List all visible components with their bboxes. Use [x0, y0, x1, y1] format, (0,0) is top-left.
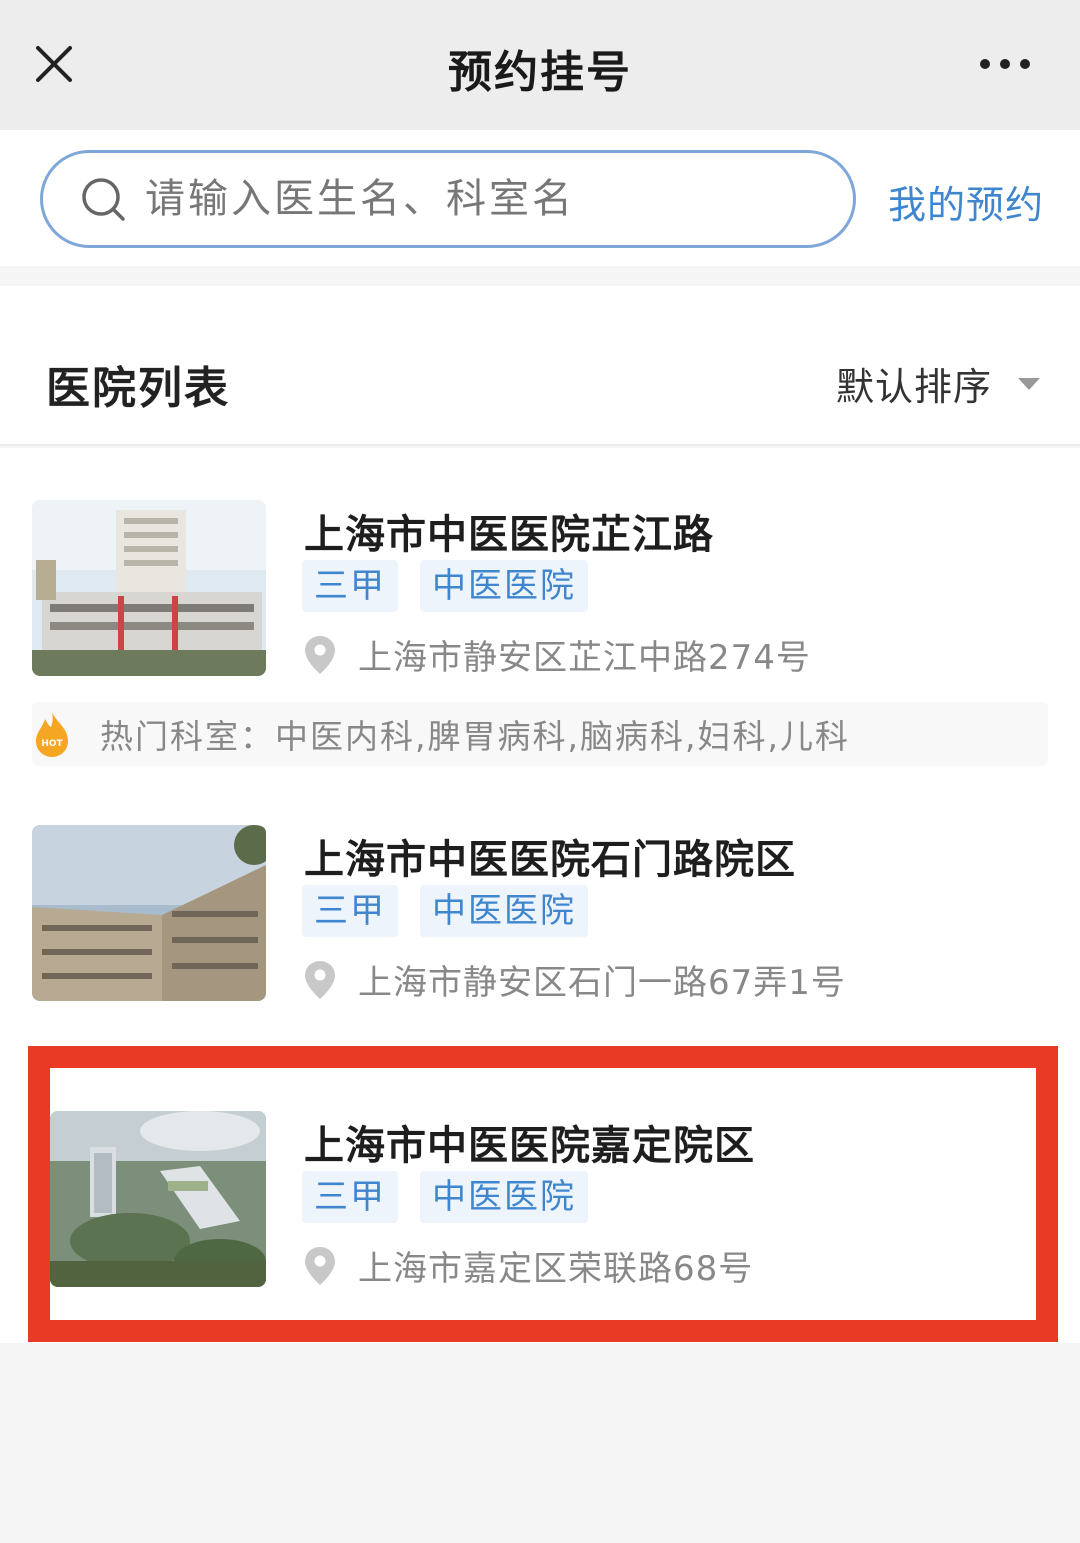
tag-level: 三甲 — [302, 560, 398, 612]
location-pin-icon — [305, 960, 335, 999]
hot-label: 热门科室： — [100, 717, 275, 756]
hospital-tags: 三甲 中医医院 — [302, 885, 610, 937]
tag-type: 中医医院 — [420, 1171, 588, 1223]
hospital-address: 上海市嘉定区荣联路68号 — [304, 1241, 753, 1290]
hospital-card-shimen[interactable]: 上海市中医医院石门路院区 三甲 中医医院 上海市静安区石门一路67弄1号 — [0, 773, 1080, 1043]
hospital-name: 上海市中医医院嘉定院区 — [304, 1123, 755, 1169]
search-box[interactable] — [40, 150, 856, 248]
hospital-name: 上海市中医医院石门路院区 — [304, 837, 796, 883]
hospital-card-jiading[interactable]: 上海市中医医院嘉定院区 三甲 中医医院 上海市嘉定区荣联路68号 — [0, 1059, 1080, 1343]
my-appointments-link[interactable]: 我的预约 — [888, 174, 1044, 229]
sort-dropdown[interactable]: 默认排序 — [836, 356, 1041, 411]
address-text: 上海市静安区芷江中路274号 — [358, 638, 811, 678]
hospital-name: 上海市中医医院芷江路 — [304, 512, 714, 558]
list-title: 医院列表 — [46, 363, 230, 414]
search-icon — [82, 178, 125, 221]
hospital-address: 上海市静安区石门一路67弄1号 — [304, 955, 846, 1004]
hospital-photo — [32, 500, 266, 676]
tag-type: 中医医院 — [420, 560, 588, 612]
tag-level: 三甲 — [302, 1171, 398, 1223]
address-text: 上海市嘉定区荣联路68号 — [358, 1249, 754, 1289]
hospital-list: 上海市中医医院芷江路 三甲 中医医院 上海市静安区芷江中路274号 HOT 热门… — [0, 448, 1080, 1343]
location-pin-icon — [305, 1246, 335, 1285]
location-pin-icon — [305, 635, 335, 674]
list-header: 医院列表 默认排序 — [0, 286, 1080, 446]
address-text: 上海市静安区石门一路67弄1号 — [358, 963, 846, 1003]
hospital-photo — [50, 1111, 266, 1287]
more-icon[interactable] — [968, 44, 1042, 84]
svg-text:HOT: HOT — [41, 739, 63, 749]
hot-flame-icon: HOT — [36, 712, 68, 757]
sort-label: 默认排序 — [836, 365, 993, 409]
hot-departments: HOT 热门科室： 中医内科,脾胃病科,脑病科,妇科,儿科 — [32, 702, 1048, 766]
hospital-card-zhijiang[interactable]: 上海市中医医院芷江路 三甲 中医医院 上海市静安区芷江中路274号 HOT 热门… — [0, 448, 1080, 774]
hospital-address: 上海市静安区芷江中路274号 — [304, 630, 811, 679]
hospital-photo — [32, 825, 266, 1001]
search-input[interactable] — [145, 176, 805, 222]
hospital-tags: 三甲 中医医院 — [302, 560, 610, 612]
caret-down-icon — [1018, 377, 1041, 390]
nav-bar: 预约挂号 — [0, 0, 1080, 130]
search-bar: 我的预约 — [0, 130, 1080, 266]
hospital-tags: 三甲 中医医院 — [302, 1171, 610, 1223]
tag-type: 中医医院 — [420, 885, 588, 937]
page-title: 预约挂号 — [448, 47, 632, 98]
hot-departments-text: 中医内科,脾胃病科,脑病科,妇科,儿科 — [275, 717, 850, 756]
tag-level: 三甲 — [302, 885, 398, 937]
